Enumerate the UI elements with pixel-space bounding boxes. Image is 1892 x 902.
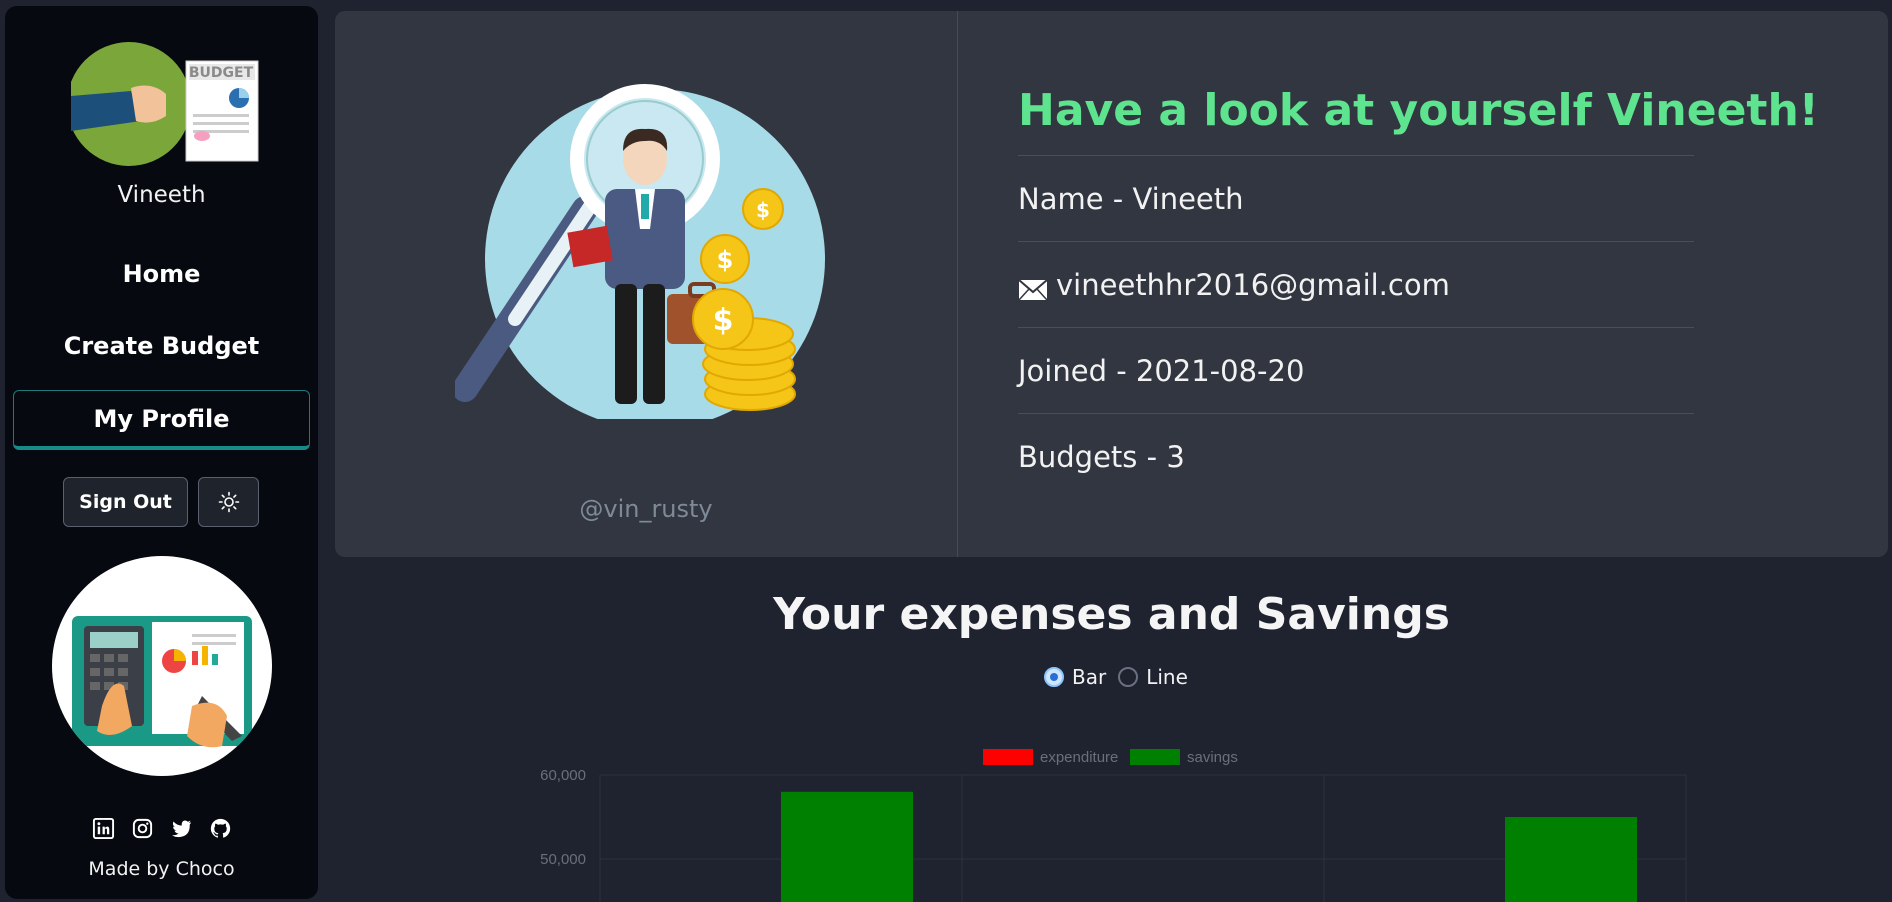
radio-bar[interactable] (1044, 667, 1064, 687)
github-icon[interactable] (209, 817, 232, 840)
radio-line[interactable] (1118, 667, 1139, 687)
svg-text:$: $ (713, 303, 734, 338)
profile-email: vineethhr2016@gmail.com (1056, 267, 1450, 302)
radio-bar-label[interactable]: Bar (1072, 665, 1106, 689)
legend-swatch-expenditure (983, 749, 1033, 765)
legend-label-expenditure: expenditure (1040, 749, 1118, 766)
profile-handle: @vin_rusty (579, 495, 713, 523)
nav-home[interactable]: Home (13, 244, 310, 304)
sidebar-username: Vineeth (117, 182, 206, 208)
chart-type-radio-group: Bar Line (1044, 665, 1200, 689)
svg-text:$: $ (717, 246, 734, 274)
legend-label-savings: savings (1187, 749, 1238, 766)
svg-text:$: $ (756, 198, 770, 222)
made-by-footer: Made by Choco (88, 858, 235, 880)
profile-joined: Joined - 2021-08-20 (1018, 353, 1305, 388)
profile-heading: Have a look at yourself Vineeth! (1018, 71, 1819, 156)
profile-name-row: Name - Vineeth (1018, 156, 1694, 242)
bar-savings-0 (781, 791, 913, 902)
bar-savings-2 (1505, 817, 1637, 902)
social-links (5, 817, 318, 840)
nav-my-profile[interactable]: My Profile (13, 390, 310, 450)
chart-section-title: Your expenses and Savings (773, 589, 1450, 640)
theme-toggle-button[interactable] (198, 477, 259, 527)
radio-line-label[interactable]: Line (1146, 665, 1188, 689)
expenses-savings-chart: expenditure savings 60,000 50,000 (540, 749, 1687, 902)
profile-card: $ $ $ @vin_rusty Have a look at yourself… (335, 11, 1888, 557)
sidebar: BUDGET Vineeth Home Create Budget My Pro… (5, 6, 318, 899)
profile-email-row: vineethhr2016@gmail.com (1018, 242, 1694, 328)
nav-create-budget[interactable]: Create Budget (13, 316, 310, 376)
envelope-icon (1018, 274, 1048, 301)
y-tick-label-0: 60,000 (540, 767, 586, 784)
budget-avatar-image: BUDGET (67, 36, 261, 166)
profile-joined-row: Joined - 2021-08-20 (1018, 328, 1694, 414)
y-tick-label-1: 50,000 (540, 851, 586, 868)
card-divider (957, 11, 958, 557)
businessman-magnifier-illustration: $ $ $ (452, 79, 835, 429)
instagram-icon[interactable] (131, 817, 154, 840)
twitter-icon[interactable] (170, 817, 193, 840)
legend-swatch-savings (1130, 749, 1180, 765)
svg-text:BUDGET: BUDGET (189, 65, 254, 81)
linkedin-icon[interactable] (92, 817, 115, 840)
calculator-illustration (52, 556, 272, 776)
profile-budgets-row: Budgets - 3 (1018, 414, 1694, 500)
profile-info: Have a look at yourself Vineeth! Name - … (1018, 71, 1819, 500)
profile-name: Name - Vineeth (1018, 181, 1244, 216)
profile-budgets: Budgets - 3 (1018, 440, 1185, 474)
sun-icon (218, 491, 239, 513)
sign-out-button[interactable]: Sign Out (63, 477, 188, 527)
